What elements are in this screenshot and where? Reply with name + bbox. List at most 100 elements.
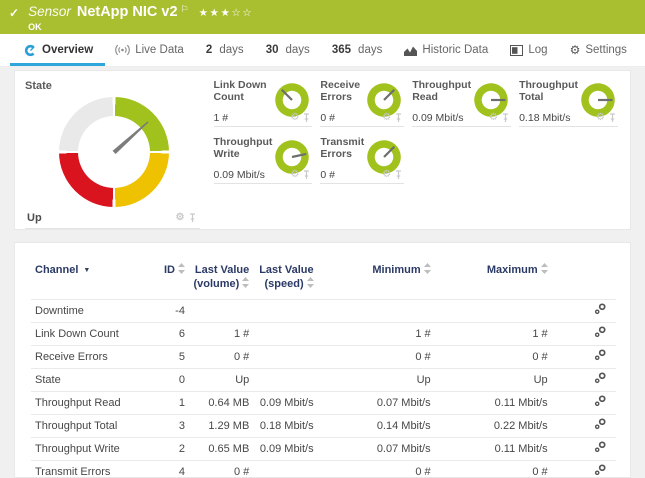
maximum-value: 0.11 Mbit/s bbox=[435, 391, 552, 414]
column-header-id[interactable]: ID bbox=[154, 255, 189, 299]
tab-live-data[interactable]: Live Data bbox=[113, 34, 186, 66]
mini-gauge-throughput-total: Throughput Total 0.18 Mbit/s ⚙ bbox=[519, 79, 618, 127]
last-value-speed: 0.09 Mbit/s bbox=[253, 391, 317, 414]
sensor-kind-label: Sensor bbox=[28, 5, 71, 19]
maximum-value: 0 # bbox=[435, 345, 552, 368]
channel-id: 0 bbox=[154, 368, 189, 391]
pin-icon[interactable] bbox=[502, 113, 509, 123]
tab-overview[interactable]: Overview bbox=[22, 34, 95, 66]
channel-id: 5 bbox=[154, 345, 189, 368]
live-data-icon bbox=[115, 44, 130, 56]
maximum-value: Up bbox=[435, 368, 552, 391]
minimum-value: 0.07 Mbit/s bbox=[318, 437, 435, 460]
gauge-settings-gear-icon[interactable]: ⚙ bbox=[382, 170, 391, 180]
last-value-speed bbox=[253, 322, 317, 345]
pin-icon[interactable] bbox=[303, 113, 310, 123]
tab-label: days bbox=[358, 44, 382, 56]
gauge-settings-gear-icon[interactable]: ⚙ bbox=[290, 170, 299, 180]
column-header-channel[interactable]: Channel▼ bbox=[31, 255, 154, 299]
tab-log[interactable]: Log bbox=[508, 34, 549, 66]
minimum-value bbox=[318, 299, 435, 322]
last-value-speed: 0.09 Mbit/s bbox=[253, 437, 317, 460]
channel-table: Channel▼ ID Last Value (volume) Last Val… bbox=[31, 255, 616, 478]
minimum-value: 1 # bbox=[318, 322, 435, 345]
channel-settings-icon[interactable] bbox=[594, 349, 606, 361]
mini-gauge-value: 0 # bbox=[320, 112, 335, 124]
last-value-speed bbox=[253, 345, 317, 368]
tab-label: days bbox=[285, 44, 309, 56]
last-value-volume bbox=[189, 299, 253, 322]
pin-icon[interactable] bbox=[609, 113, 616, 123]
gauge-settings-gear-icon[interactable]: ⚙ bbox=[176, 213, 185, 223]
channel-settings-icon[interactable] bbox=[594, 441, 606, 453]
mini-gauge-value: 0.09 Mbit/s bbox=[412, 112, 463, 124]
state-gauge-needle bbox=[112, 119, 151, 155]
gauge-icon bbox=[24, 44, 37, 57]
state-gauge-donut bbox=[59, 97, 169, 207]
mini-gauge-transmit-errors: Transmit Errors 0 # ⚙ bbox=[320, 136, 404, 184]
channel-name: Throughput Write bbox=[31, 437, 154, 460]
pin-icon[interactable] bbox=[303, 170, 310, 180]
sort-icon bbox=[424, 263, 431, 274]
gauge-settings-gear-icon[interactable]: ⚙ bbox=[290, 113, 299, 123]
column-header-last-value-volume[interactable]: Last Value (volume) bbox=[189, 255, 253, 299]
channel-settings-icon[interactable] bbox=[594, 326, 606, 338]
tab-number: 30 bbox=[266, 44, 279, 56]
sort-icon bbox=[307, 277, 314, 288]
channel-id: 1 bbox=[154, 391, 189, 414]
gauge-settings-gear-icon[interactable]: ⚙ bbox=[596, 113, 605, 123]
state-gauge-value: Up bbox=[27, 212, 42, 224]
pin-icon[interactable] bbox=[395, 113, 402, 123]
maximum-value: 0.22 Mbit/s bbox=[435, 414, 552, 437]
channel-name: Link Down Count bbox=[31, 322, 154, 345]
maximum-value: 1 # bbox=[435, 322, 552, 345]
channel-settings-icon[interactable] bbox=[594, 395, 606, 407]
pin-icon[interactable] bbox=[395, 170, 402, 180]
priority-stars[interactable]: ★★★☆☆ bbox=[199, 8, 254, 19]
pin-icon[interactable] bbox=[189, 213, 196, 223]
gauge-settings-gear-icon[interactable]: ⚙ bbox=[489, 113, 498, 123]
mini-gauge-value: 0.18 Mbit/s bbox=[519, 112, 570, 124]
table-row-link-down-count: Link Down Count 6 1 # 1 # 1 # bbox=[31, 322, 616, 345]
channel-settings-icon[interactable] bbox=[594, 372, 606, 384]
sort-icon bbox=[178, 263, 185, 274]
tab-label: Live Data bbox=[135, 44, 184, 56]
last-value-volume: 0 # bbox=[189, 460, 253, 478]
channel-settings-icon[interactable] bbox=[594, 464, 606, 476]
channel-id: -4 bbox=[154, 299, 189, 322]
tab-30-days[interactable]: 30 days bbox=[264, 34, 312, 66]
channel-settings-icon[interactable] bbox=[594, 303, 606, 315]
minimum-value: 0 # bbox=[318, 460, 435, 478]
priority-flag-icon[interactable]: ⚐ bbox=[181, 5, 189, 14]
table-row-transmit-errors: Transmit Errors 4 0 # 0 # 0 # bbox=[31, 460, 616, 478]
table-row-state: State 0 Up Up Up bbox=[31, 368, 616, 391]
tab-number: 365 bbox=[332, 44, 351, 56]
minimum-value: Up bbox=[318, 368, 435, 391]
column-header-actions bbox=[552, 255, 616, 299]
gear-icon: ⚙ bbox=[570, 44, 581, 56]
column-header-last-value-speed[interactable]: Last Value (speed) bbox=[253, 255, 317, 299]
channel-settings-icon[interactable] bbox=[594, 418, 606, 430]
channel-id: 3 bbox=[154, 414, 189, 437]
tab-365-days[interactable]: 365 days bbox=[330, 34, 384, 66]
channel-table-panel: Channel▼ ID Last Value (volume) Last Val… bbox=[14, 242, 631, 478]
state-gauge-title: State bbox=[25, 80, 204, 92]
tab-historic-data[interactable]: Historic Data bbox=[402, 34, 490, 66]
area-chart-icon bbox=[404, 45, 417, 56]
tab-2-days[interactable]: 2 days bbox=[204, 34, 246, 66]
column-header-maximum[interactable]: Maximum bbox=[435, 255, 552, 299]
sensor-header: ✓ Sensor NetApp NIC v2 ⚐ ★★★☆☆ OK bbox=[0, 0, 645, 34]
minimum-value: 0.07 Mbit/s bbox=[318, 391, 435, 414]
column-header-minimum[interactable]: Minimum bbox=[318, 255, 435, 299]
gauge-settings-gear-icon[interactable]: ⚙ bbox=[382, 113, 391, 123]
maximum-value bbox=[435, 299, 552, 322]
table-row-receive-errors: Receive Errors 5 0 # 0 # 0 # bbox=[31, 345, 616, 368]
mini-gauge-value: 0 # bbox=[320, 169, 335, 181]
last-value-speed bbox=[253, 460, 317, 478]
tab-settings[interactable]: ⚙ Settings bbox=[568, 34, 629, 66]
sensor-tabbar: Overview Live Data 2 days 30 days 365 da… bbox=[0, 34, 645, 67]
maximum-value: 0.11 Mbit/s bbox=[435, 437, 552, 460]
mini-gauges-grid: Link Down Count 1 # ⚙ Receive Errors 0 bbox=[214, 79, 618, 229]
tab-label: Historic Data bbox=[422, 44, 488, 56]
minimum-value: 0 # bbox=[318, 345, 435, 368]
